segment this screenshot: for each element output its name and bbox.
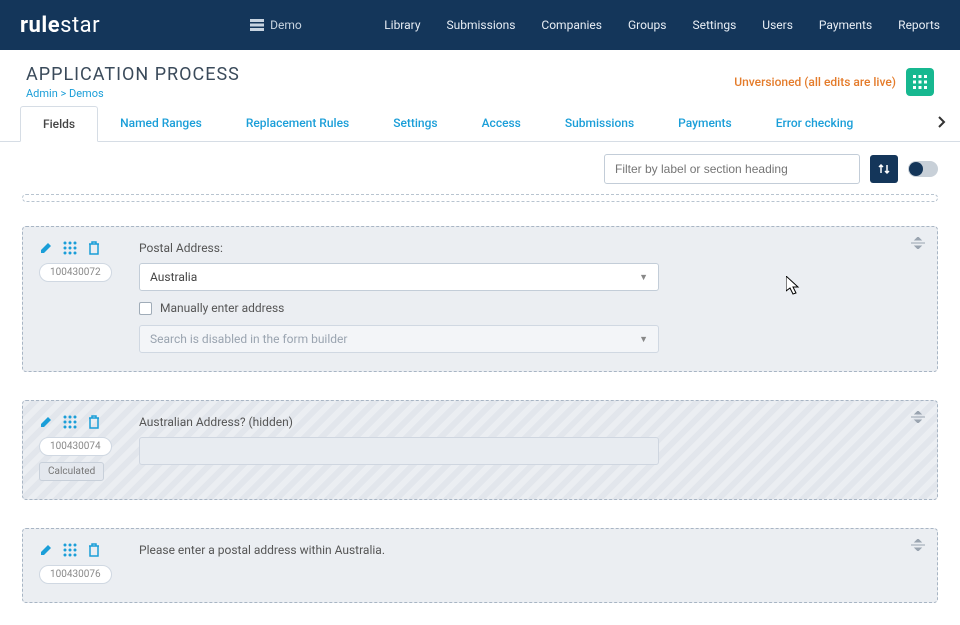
tab-named-ranges[interactable]: Named Ranges [98, 106, 224, 141]
delete-button[interactable] [87, 241, 101, 255]
field-label: Australian Address? (hidden) [139, 415, 659, 429]
edit-button[interactable] [39, 543, 53, 557]
section-divider [22, 194, 938, 202]
caret-down-icon: ▼ [639, 334, 648, 345]
grid-icon [913, 75, 927, 89]
page-title: APPLICATION PROCESS [26, 64, 240, 85]
field-label: Postal Address: [139, 241, 659, 255]
nav-reports[interactable]: Reports [898, 18, 940, 32]
view-toggle[interactable] [908, 161, 938, 177]
edit-button[interactable] [39, 241, 53, 255]
manual-label: Manually enter address [160, 301, 284, 315]
logo[interactable]: rulestar [20, 13, 100, 38]
tab-fields[interactable]: Fields [20, 106, 98, 142]
checkbox-icon [139, 302, 152, 315]
field-card-aushidden: 100430074 Calculated Australian Address?… [22, 400, 938, 500]
trash-icon [87, 415, 101, 429]
sort-button[interactable] [870, 155, 898, 183]
tab-error-checking[interactable]: Error checking [754, 106, 876, 141]
move-button[interactable] [63, 543, 77, 557]
breadcrumb-admin[interactable]: Admin [26, 87, 58, 100]
drag-handle[interactable] [911, 539, 925, 551]
tabs: Fields Named Ranges Replacement Rules Se… [0, 106, 960, 142]
field-id: 100430072 [39, 263, 112, 282]
tab-settings[interactable]: Settings [371, 106, 459, 141]
breadcrumb-demos[interactable]: Demos [69, 87, 104, 100]
calculated-badge: Calculated [39, 462, 104, 481]
drag-icon [911, 237, 925, 249]
drag-handle[interactable] [911, 237, 925, 249]
cards-area: 100430072 Postal Address: Australia ▼ Ma… [0, 194, 960, 625]
tab-replacement-rules[interactable]: Replacement Rules [224, 106, 371, 141]
nav-companies[interactable]: Companies [541, 18, 602, 32]
app-switcher[interactable]: Demo [250, 18, 302, 32]
nav-links: Library Submissions Companies Groups Set… [384, 18, 940, 32]
tab-submissions[interactable]: Submissions [543, 106, 656, 141]
pencil-icon [39, 543, 53, 557]
nav-settings[interactable]: Settings [692, 18, 736, 32]
search-disabled-box: Search is disabled in the form builder ▼ [139, 325, 659, 353]
country-value: Australia [150, 270, 197, 284]
grid-dots-icon [63, 241, 77, 255]
filter-row [0, 142, 960, 194]
readonly-value [139, 437, 659, 465]
pencil-icon [39, 241, 53, 255]
manual-checkbox-row[interactable]: Manually enter address [139, 301, 659, 315]
trash-icon [87, 241, 101, 255]
top-nav: rulestar Demo Library Submissions Compan… [0, 0, 960, 50]
field-card-postal: 100430072 Postal Address: Australia ▼ Ma… [22, 226, 938, 372]
move-button[interactable] [63, 241, 77, 255]
sort-icon [877, 162, 891, 176]
drag-icon [911, 539, 925, 551]
nav-submissions[interactable]: Submissions [447, 18, 516, 32]
stack-icon [250, 19, 264, 31]
breadcrumb: Admin > Demos [26, 87, 240, 100]
grid-button[interactable] [906, 68, 934, 96]
nav-payments[interactable]: Payments [819, 18, 872, 32]
pencil-icon [39, 415, 53, 429]
app-name: Demo [270, 18, 302, 32]
delete-button[interactable] [87, 415, 101, 429]
tab-payments[interactable]: Payments [656, 106, 754, 141]
field-id: 100430076 [39, 565, 112, 584]
field-card-pleaseenter: 100430076 Please enter a postal address … [22, 528, 938, 603]
tabs-scroll-right[interactable] [938, 116, 946, 128]
delete-button[interactable] [87, 543, 101, 557]
country-select[interactable]: Australia ▼ [139, 263, 659, 291]
grid-dots-icon [63, 543, 77, 557]
field-id: 100430074 [39, 437, 112, 456]
drag-handle[interactable] [911, 411, 925, 423]
trash-icon [87, 543, 101, 557]
nav-users[interactable]: Users [762, 18, 793, 32]
page-header: APPLICATION PROCESS Admin > Demos Unvers… [0, 50, 960, 106]
edit-button[interactable] [39, 415, 53, 429]
field-label: Please enter a postal address within Aus… [139, 543, 659, 557]
tab-access[interactable]: Access [460, 106, 543, 141]
grid-dots-icon [63, 415, 77, 429]
version-status[interactable]: Unversioned (all edits are live) [734, 75, 896, 89]
caret-down-icon: ▼ [639, 272, 648, 283]
chevron-right-icon [938, 116, 946, 128]
nav-groups[interactable]: Groups [628, 18, 667, 32]
move-button[interactable] [63, 415, 77, 429]
nav-library[interactable]: Library [384, 18, 420, 32]
drag-icon [911, 411, 925, 423]
filter-input[interactable] [604, 154, 860, 184]
